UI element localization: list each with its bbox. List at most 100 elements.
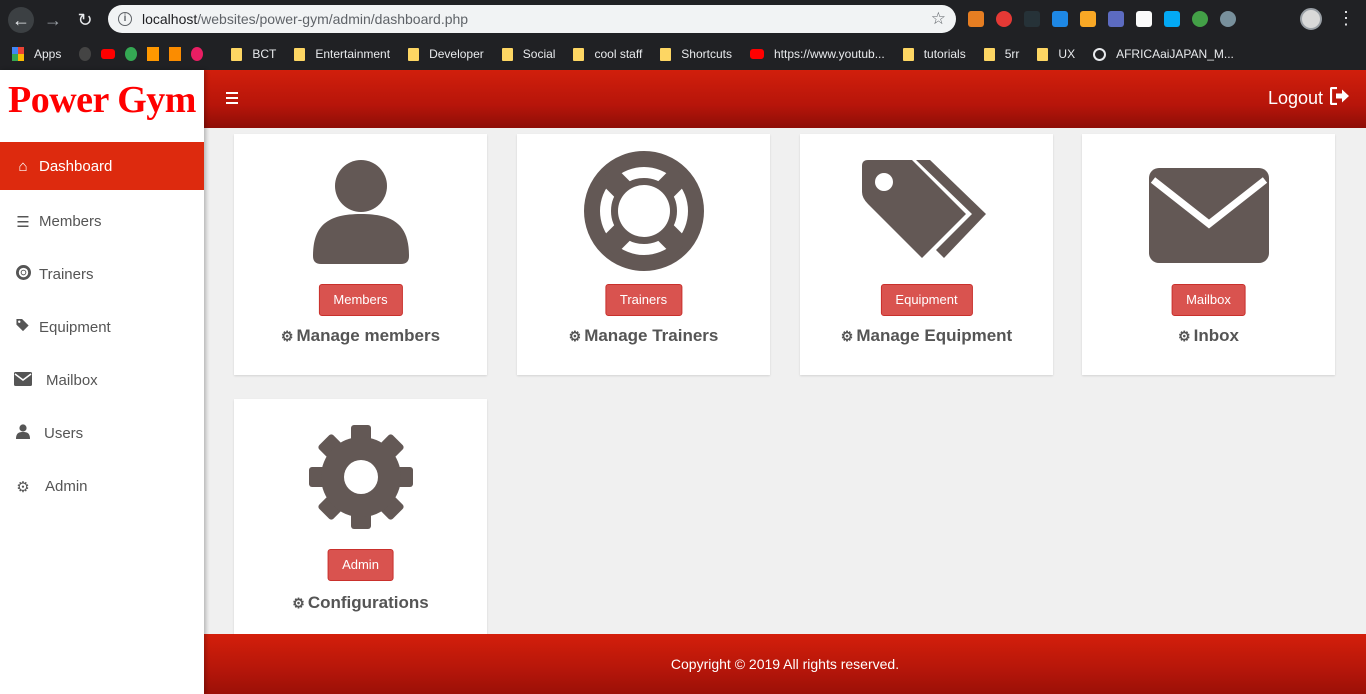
extension-globe-icon[interactable] — [1192, 11, 1208, 27]
members-card: Members ⚙ Manage members — [234, 134, 487, 375]
members-button[interactable]: Members — [318, 284, 403, 316]
bookmark-triangle-icon[interactable] — [147, 47, 160, 61]
cog-icon: ⚙ — [292, 595, 305, 611]
cog-icon: ⚙ — [280, 328, 294, 344]
folder-icon — [902, 47, 914, 61]
sidebar-item-admin[interactable]: ⚙ Admin — [0, 460, 204, 513]
home-icon: ⌂ — [18, 157, 28, 175]
bookmark-star-icon[interactable]: ☆ — [931, 5, 946, 33]
footer: Copyright © 2019 All rights reserved. — [204, 634, 1366, 694]
sidebar-item-label: Dashboard — [39, 157, 113, 175]
bookmark-folder[interactable]: BCT — [231, 47, 276, 61]
logout-button[interactable]: Logout — [1267, 86, 1350, 110]
profile-avatar[interactable] — [1300, 8, 1322, 30]
equipment-button[interactable]: Equipment — [880, 284, 973, 316]
folder-icon — [573, 47, 585, 61]
bookmark-youtube-icon[interactable] — [101, 49, 116, 59]
browser-menu-icon[interactable]: ⋮ — [1337, 8, 1355, 29]
user-icon — [14, 424, 32, 443]
sidebar-item-equipment[interactable]: Equipment — [0, 301, 204, 354]
youtube-icon — [749, 49, 764, 59]
globe-icon — [1093, 47, 1107, 61]
extension-window-icon[interactable] — [1052, 11, 1068, 27]
copyright-text: Copyright © 2019 All rights reserved. — [670, 656, 900, 672]
extension-clipboard-icon[interactable] — [1108, 11, 1124, 27]
sidebar: Power Gym ⌂ Dashboard ☰ Members Trainers… — [0, 70, 204, 694]
hamburger-menu-icon[interactable] — [226, 92, 238, 107]
folder-icon — [294, 47, 306, 61]
apps-grid-icon — [12, 47, 24, 61]
sidebar-item-label: Members — [39, 213, 102, 230]
card-caption: ⚙ Configurations — [292, 593, 429, 612]
bookmark-youtube[interactable]: https://www.youtub... — [749, 47, 885, 61]
back-arrow-icon[interactable]: ← — [8, 7, 34, 33]
trainers-button[interactable]: Trainers — [604, 284, 683, 316]
forward-arrow-icon[interactable]: → — [40, 7, 66, 33]
bookmark-github-icon[interactable] — [79, 47, 92, 61]
bookmark-folder[interactable]: 5rr — [983, 47, 1019, 61]
sidebar-item-label: Admin — [45, 478, 88, 495]
cog-icon: ⚙ — [1178, 328, 1191, 344]
sidebar-item-trainers[interactable]: Trainers — [0, 248, 204, 301]
sidebar-item-label: Equipment — [39, 319, 111, 336]
brand-logo[interactable]: Power Gym — [0, 70, 204, 142]
trainers-card: Trainers ⚙ Manage Trainers — [517, 134, 770, 375]
bookmark-xampp-icon[interactable] — [169, 47, 182, 61]
life-ring-icon — [14, 265, 32, 284]
cog-icon: ⚙ — [840, 328, 854, 344]
extension-java-icon[interactable] — [968, 11, 984, 27]
cog-icon — [234, 425, 487, 529]
mailbox-card: Mailbox ⚙ Inbox — [1082, 134, 1335, 375]
sidebar-menu: ⌂ Dashboard ☰ Members Trainers Equipment… — [0, 142, 204, 513]
top-header: Logout — [204, 70, 1366, 128]
extension-stop-icon[interactable] — [996, 11, 1012, 27]
folder-icon — [408, 47, 420, 61]
sidebar-item-mailbox[interactable]: Mailbox — [0, 354, 204, 407]
sidebar-item-dashboard[interactable]: ⌂ Dashboard — [0, 142, 204, 190]
bookmark-folder[interactable]: Entertainment — [294, 47, 390, 61]
url-host: localhost — [142, 11, 198, 27]
reload-icon[interactable]: ↻ — [72, 7, 98, 33]
extension-sublime-icon[interactable] — [1080, 11, 1096, 27]
folder-icon — [660, 47, 672, 61]
sidebar-item-members[interactable]: ☰ Members — [0, 195, 204, 248]
bookmark-folder[interactable]: Developer — [408, 47, 484, 61]
equipment-card: Equipment ⚙ Manage Equipment — [800, 134, 1053, 375]
extension-badge-icon[interactable] — [1024, 11, 1040, 27]
mailbox-button[interactable]: Mailbox — [1171, 284, 1246, 316]
cog-icon: ⚙ — [568, 328, 582, 344]
bookmark-apps[interactable]: Apps — [12, 47, 61, 61]
sidebar-item-label: Users — [44, 425, 84, 442]
bookmark-folder[interactable]: UX — [1037, 47, 1075, 61]
address-bar[interactable]: i localhost/websites/power-gym/admin/das… — [108, 5, 956, 33]
user-icon — [234, 160, 487, 264]
cog-icon: ⚙ — [16, 478, 30, 496]
sidebar-item-users[interactable]: Users — [0, 407, 204, 460]
card-caption: ⚙ Manage Equipment — [840, 326, 1013, 345]
bookmark-folder[interactable]: Social — [501, 47, 555, 61]
extension-icons — [968, 9, 1236, 29]
tags-icon — [14, 318, 32, 337]
extension-wiki-icon[interactable] — [1136, 11, 1152, 27]
bookmarks-bar: Apps BCT Entertainment Developer Social … — [0, 38, 1366, 70]
logout-label: Logout — [1267, 88, 1323, 108]
admin-button[interactable]: Admin — [327, 549, 394, 581]
card-caption: ⚙ Inbox — [1178, 326, 1239, 345]
extension-check-icon[interactable] — [1164, 11, 1180, 27]
folder-icon — [983, 47, 995, 61]
bookmark-folder[interactable]: cool staff — [573, 47, 642, 61]
folder-icon — [501, 47, 513, 61]
bookmark-folder[interactable]: Shortcuts — [660, 47, 732, 61]
sign-out-icon — [1329, 86, 1350, 110]
url-path: /websites/power-gym/admin/dashboard.php — [197, 11, 469, 27]
bookmark-circle-icon[interactable] — [191, 47, 204, 61]
card-caption: ⚙ Manage members — [280, 326, 441, 345]
bookmark-folder[interactable]: tutorials — [902, 47, 966, 61]
extension-cloud-icon[interactable] — [1220, 11, 1236, 27]
list-icon: ☰ — [16, 213, 30, 231]
envelope-icon — [1082, 168, 1335, 263]
bookmark-ft-icon[interactable] — [125, 47, 138, 61]
bookmark-link[interactable]: AFRICAaiJAPAN_M... — [1093, 47, 1234, 61]
folder-icon — [1037, 47, 1049, 61]
info-icon[interactable]: i — [118, 12, 132, 26]
